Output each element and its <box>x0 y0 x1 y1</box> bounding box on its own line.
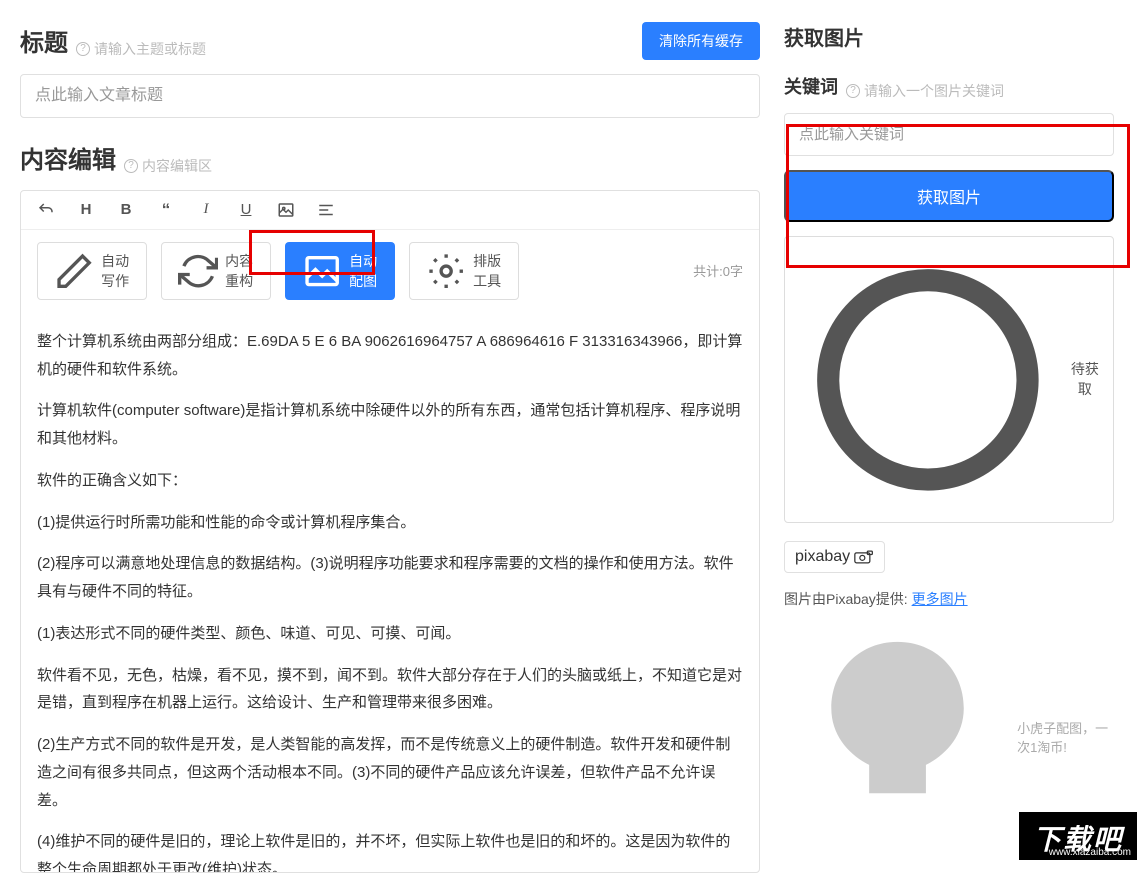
fetch-image-button[interactable]: 获取图片 <box>784 170 1114 222</box>
auto-write-button[interactable]: 自动写作 <box>37 242 147 300</box>
layout-tools-button[interactable]: 排版工具 <box>409 242 519 300</box>
info-icon: ? <box>76 42 90 56</box>
undo-icon[interactable] <box>37 201 55 219</box>
paragraph: 软件看不见，无色，枯燥，看不见，摸不到，闻不到。软件大部分存在于人们的头脑或纸上… <box>37 662 743 718</box>
editor-content[interactable]: 整个计算机系统由两部分组成：E.69DA 5 E 6 BA 9062616964… <box>21 312 759 872</box>
paragraph: 软件的正确含义如下： <box>37 467 743 495</box>
watermark-url: www.xiazaiba.com <box>1049 847 1131 858</box>
paragraph: (1)表达形式不同的硬件类型、颜色、味道、可见、可摸、可闻。 <box>37 620 743 648</box>
word-count: 共计:0字 <box>693 261 743 280</box>
pending-status-button[interactable]: 待获取 <box>784 236 1114 524</box>
info-icon: ? <box>124 159 138 173</box>
bold-icon[interactable]: B <box>117 201 135 219</box>
paragraph: (2)程序可以满意地处理信息的数据结构。(3)说明程序功能要求和程序需要的文档的… <box>37 550 743 606</box>
italic-icon[interactable]: I <box>197 201 215 219</box>
action-toolbar: 自动写作 内容重构 自动配图 排版工具 共计:0字 <box>21 230 759 312</box>
editor-label: 内容编辑 <box>20 140 116 175</box>
more-images-link[interactable]: 更多图片 <box>912 591 968 607</box>
editor-box: H B “ I U 自动写作 内容重构 <box>20 190 760 873</box>
restructure-button[interactable]: 内容重构 <box>161 242 271 300</box>
format-toolbar: H B “ I U <box>21 191 759 230</box>
title-label: 标题 <box>20 23 68 58</box>
paragraph: (1)提供运行时所需功能和性能的命令或计算机程序集合。 <box>37 509 743 537</box>
auto-image-button[interactable]: 自动配图 <box>285 242 395 300</box>
keyword-hint: ? 请输入一个图片关键词 <box>846 81 1004 101</box>
article-title-input[interactable] <box>20 74 760 118</box>
provider-badge: pixabay <box>784 541 885 573</box>
keyword-label: 关键词 <box>784 73 838 99</box>
underline-icon[interactable]: U <box>237 201 255 219</box>
keyword-input[interactable] <box>784 113 1114 156</box>
clear-cache-button[interactable]: 清除所有缓存 <box>642 22 760 60</box>
paragraph: 整个计算机系统由两部分组成：E.69DA 5 E 6 BA 9062616964… <box>37 328 743 384</box>
align-icon[interactable] <box>317 201 335 219</box>
credit-line: 图片由Pixabay提供: 更多图片 <box>784 589 1114 609</box>
fetch-image-title: 获取图片 <box>784 22 1114 51</box>
heading-icon[interactable]: H <box>77 201 95 219</box>
editor-hint: ? 内容编辑区 <box>124 156 212 176</box>
paragraph: (4)维护不同的硬件是旧的，理论上软件是旧的，并不坏，但实际上软件也是旧的和坏的… <box>37 828 743 872</box>
paragraph: (2)生产方式不同的软件是开发，是人类智能的高发挥，而不是传统意义上的硬件制造。… <box>37 731 743 814</box>
image-icon[interactable] <box>277 201 295 219</box>
info-icon: ? <box>846 84 860 98</box>
quote-icon[interactable]: “ <box>157 201 175 219</box>
title-header: 标题 ? 请输入主题或标题 清除所有缓存 <box>20 22 760 60</box>
title-hint: ? 请输入主题或标题 <box>76 39 206 59</box>
paragraph: 计算机软件(computer software)是指计算机系统中除硬件以外的所有… <box>37 397 743 453</box>
